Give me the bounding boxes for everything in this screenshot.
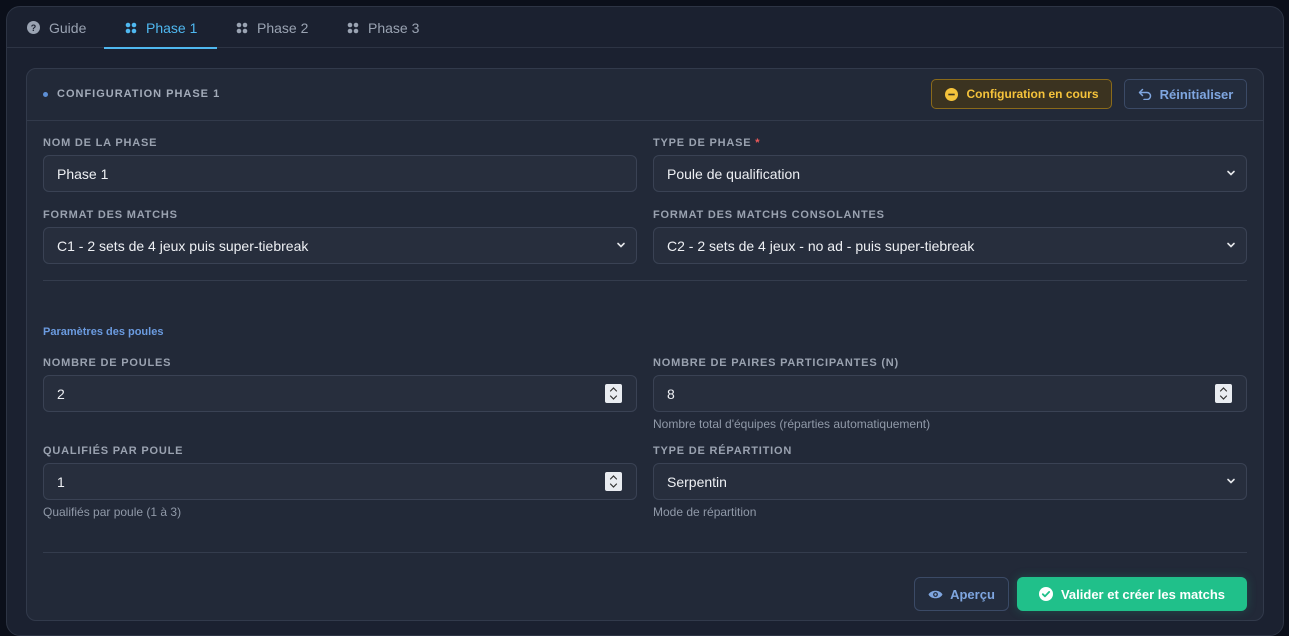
distribution-value: Serpentin bbox=[667, 473, 727, 490]
pool-count-input[interactable]: 2 bbox=[43, 375, 637, 412]
phase-type-select[interactable]: Poule de qualification bbox=[653, 155, 1247, 192]
pool-count-label: NOMBRE DE POULES bbox=[43, 357, 172, 369]
phase-name-input[interactable]: Phase 1 bbox=[43, 155, 637, 192]
phase-name-value: Phase 1 bbox=[57, 165, 109, 182]
phase-tabs: ? Guide Phase 1 Phase 2 Phase 3 bbox=[7, 7, 1283, 49]
match-format-label: FORMAT DES MATCHS bbox=[43, 209, 178, 221]
grid-dots-icon bbox=[236, 22, 248, 34]
reset-button[interactable]: Réinitialiser bbox=[1124, 79, 1247, 109]
qualified-value: 1 bbox=[57, 473, 65, 490]
svg-text:?: ? bbox=[31, 23, 37, 33]
pairs-count-input[interactable]: 8 bbox=[653, 375, 1247, 412]
qualified-hint: Qualifiés par poule (1 à 3) bbox=[43, 505, 182, 519]
pairs-count-hint: Nombre total d'équipes (réparties automa… bbox=[653, 417, 931, 431]
phase-type-label: TYPE DE PHASE * bbox=[653, 137, 760, 149]
required-asterisk: * bbox=[755, 137, 761, 149]
minus-circle-icon bbox=[944, 87, 958, 101]
distribution-select[interactable]: Serpentin bbox=[653, 463, 1247, 500]
match-format-value: C1 - 2 sets de 4 jeux puis super-tiebrea… bbox=[57, 237, 309, 254]
app-frame: ? Guide Phase 1 Phase 2 Phase 3 CONFIGUR… bbox=[6, 6, 1284, 636]
status-badge: Configuration en cours bbox=[931, 79, 1112, 109]
distribution-hint: Mode de répartition bbox=[653, 505, 757, 519]
qualified-input[interactable]: 1 bbox=[43, 463, 637, 500]
preview-button-label: Aperçu bbox=[950, 586, 995, 602]
tab-guide[interactable]: ? Guide bbox=[27, 7, 86, 48]
actions-divider bbox=[43, 552, 1247, 553]
tab-phase-3[interactable]: Phase 3 bbox=[347, 7, 419, 48]
match-format-select[interactable]: C1 - 2 sets de 4 jeux puis super-tiebrea… bbox=[43, 227, 637, 264]
card-title-text: CONFIGURATION PHASE 1 bbox=[57, 88, 221, 100]
distribution-label: TYPE DE RÉPARTITION bbox=[653, 445, 793, 457]
tab-label: Phase 2 bbox=[257, 19, 309, 36]
tab-label: Phase 1 bbox=[146, 19, 198, 36]
undo-arrow-icon bbox=[1138, 88, 1152, 100]
card-header: CONFIGURATION PHASE 1 Configuration en c… bbox=[27, 69, 1263, 121]
chevron-down-icon bbox=[1226, 476, 1236, 486]
check-circle-icon bbox=[1038, 587, 1053, 601]
phase-type-label-text: TYPE DE PHASE bbox=[653, 137, 752, 149]
consolante-format-value: C2 - 2 sets de 4 jeux - no ad - puis sup… bbox=[667, 237, 975, 254]
grid-dots-icon bbox=[125, 22, 137, 34]
eye-icon bbox=[928, 589, 943, 600]
validate-button-label: Valider et créer les matchs bbox=[1060, 586, 1226, 602]
pairs-count-label: NOMBRE DE PAIRES PARTICIPANTES (N) bbox=[653, 357, 899, 369]
number-stepper[interactable] bbox=[605, 472, 622, 491]
preview-button[interactable]: Aperçu bbox=[914, 577, 1009, 611]
tab-label: Guide bbox=[49, 19, 87, 36]
qualified-label: QUALIFIÉS PAR POULE bbox=[43, 445, 184, 457]
pool-count-value: 2 bbox=[57, 385, 65, 402]
reset-button-label: Réinitialiser bbox=[1159, 86, 1234, 102]
number-stepper[interactable] bbox=[605, 384, 622, 403]
tab-phase-1[interactable]: Phase 1 bbox=[103, 7, 218, 49]
section-divider bbox=[43, 280, 1247, 281]
status-badge-text: Configuration en cours bbox=[966, 87, 1099, 101]
card-title: CONFIGURATION PHASE 1 bbox=[43, 88, 220, 100]
grid-dots-icon bbox=[347, 22, 359, 34]
pairs-count-value: 8 bbox=[667, 385, 675, 402]
consolante-format-label: FORMAT DES MATCHS CONSOLANTES bbox=[653, 209, 885, 221]
tab-phase-2[interactable]: Phase 2 bbox=[236, 7, 308, 48]
consolante-format-select[interactable]: C2 - 2 sets de 4 jeux - no ad - puis sup… bbox=[653, 227, 1247, 264]
chevron-down-icon bbox=[616, 240, 626, 250]
phase-type-value: Poule de qualification bbox=[667, 165, 801, 182]
help-circle-icon: ? bbox=[27, 21, 40, 34]
pools-section-title: Paramètres des poules bbox=[43, 326, 164, 338]
chevron-down-icon bbox=[1226, 240, 1236, 250]
phase-name-label: NOM DE LA PHASE bbox=[43, 137, 158, 149]
validate-create-matches-button[interactable]: Valider et créer les matchs bbox=[1017, 577, 1247, 611]
tab-label: Phase 3 bbox=[368, 19, 420, 36]
chevron-down-icon bbox=[1226, 168, 1236, 178]
phase-config-card: CONFIGURATION PHASE 1 Configuration en c… bbox=[26, 68, 1264, 621]
number-stepper[interactable] bbox=[1215, 384, 1232, 403]
bullet-dot-icon bbox=[43, 91, 48, 97]
